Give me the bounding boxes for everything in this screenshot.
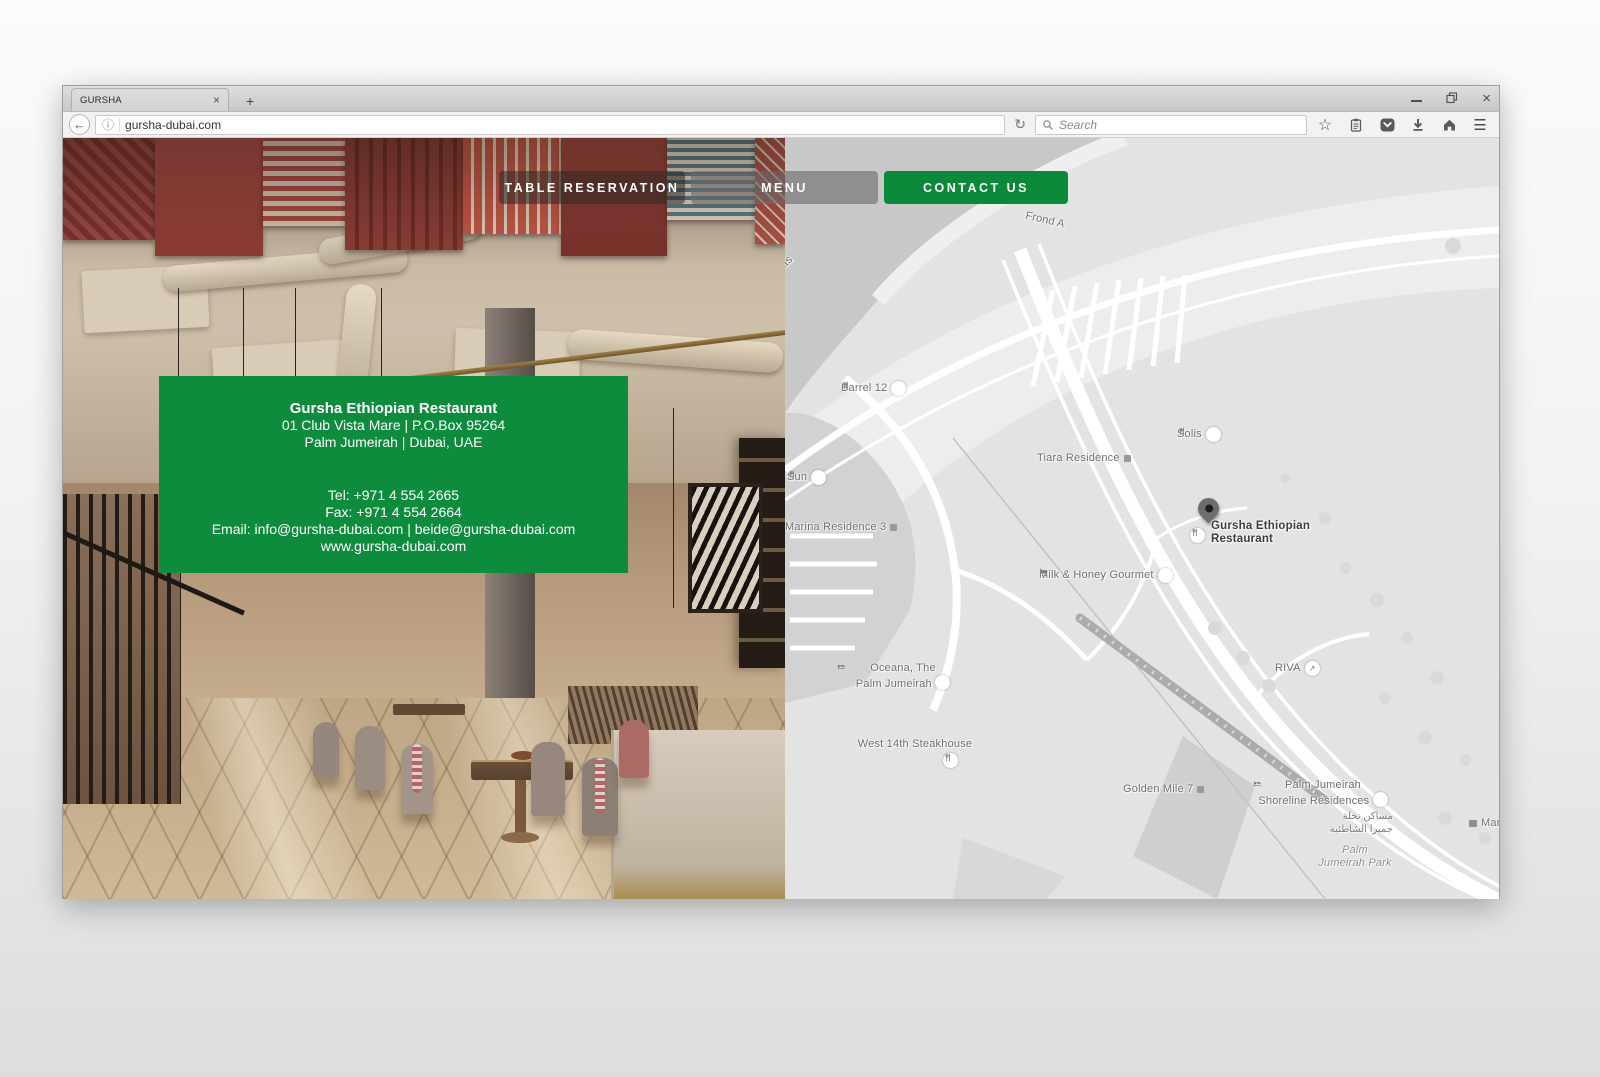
map-label-shoreline-arabic: مساكن نخلةجميرا الشاطئية [1283,810,1393,836]
url-bar[interactable]: ⓘ gursha-dubai.com [95,115,1005,135]
zebra-art [688,483,763,613]
minimize-button[interactable] [1411,95,1422,102]
download-icon[interactable] [1405,114,1431,136]
browser-window: GURSHA × + × ← ⓘ gursha-dubai.com ↻ [62,85,1500,899]
site-nav: TABLE RESERVATION MENU CONTACT US [499,171,1068,204]
contact-card: Gursha Ethiopian Restaurant 01 Club Vist… [159,376,628,573]
menu-button[interactable]: MENU [691,171,878,204]
dining-table-back [393,704,465,715]
restore-icon [1446,92,1458,104]
map-label-riva[interactable]: RIVA↗ [1275,661,1320,676]
map-label-tiara-residence[interactable]: Tiara Residence [1037,452,1131,465]
map-label-west-14th[interactable]: West 14th Steakhouse [835,738,995,751]
navigation-toolbar: ← ⓘ gursha-dubai.com ↻ ☆ [63,112,1499,138]
contact-tel: Tel: +971 4 554 2665 [159,487,628,504]
location-map[interactable]: Frond A as Barrel 12 Solis Tiara Residen… [785,138,1499,899]
map-label-solis[interactable]: Solis [1177,427,1221,442]
window-controls: × [1411,88,1491,108]
reading-list-icon[interactable] [1343,114,1369,136]
tab-title: GURSHA [80,95,213,106]
map-label-golden-mile-7[interactable]: Golden Mile 7 [1123,783,1204,796]
search-icon [1042,119,1054,131]
browser-tab[interactable]: GURSHA × [71,88,229,111]
url-text[interactable]: gursha-dubai.com [125,118,221,132]
map-label-gursha-restaurant[interactable]: Gursha EthiopianRestaurant [1211,520,1310,546]
close-button[interactable]: × [1482,91,1491,106]
contact-website[interactable]: www.gursha-dubai.com [159,538,628,555]
url-divider [119,118,120,132]
tab-close-icon[interactable]: × [213,94,220,106]
pocket-icon[interactable] [1374,114,1400,136]
contact-email[interactable]: Email: info@gursha-dubai.com | beide@gur… [159,521,628,538]
map-label-milk-honey[interactable]: Milk & Honey Gourmet [1039,568,1173,583]
map-label-palm-jumeirah-park[interactable]: PalmJumeirah Park [1305,844,1405,870]
attraction-icon: ↗ [1305,661,1320,676]
desktop-backdrop: GURSHA × + × ← ⓘ gursha-dubai.com ↻ [0,0,1600,1077]
menu-hamburger-icon[interactable]: ☰ [1467,114,1493,136]
tab-strip: GURSHA × + × [63,86,1499,112]
building-square-icon [1124,455,1131,462]
reload-button[interactable]: ↻ [1010,116,1030,133]
restaurant-icon [891,381,906,396]
table-reservation-button[interactable]: TABLE RESERVATION [499,171,685,204]
map-label-mar-partial[interactable]: Mar [1469,817,1499,830]
hotel-icon [935,675,950,690]
new-tab-button[interactable]: + [239,93,261,109]
contact-address-line2: Palm Jumeirah | Dubai, UAE [159,434,628,451]
map-label-sun[interactable]: Sun [787,470,826,485]
contact-fax: Fax: +971 4 554 2664 [159,504,628,521]
back-button[interactable]: ← [69,114,90,135]
map-label-oceana[interactable]: Oceana, ThePalm Jumeirah [837,662,969,691]
site-info-icon[interactable]: ⓘ [102,116,114,133]
cart-icon [1158,568,1173,583]
contact-card-title: Gursha Ethiopian Restaurant [159,400,628,417]
chair-shape [313,722,339,778]
bookmark-star-icon[interactable]: ☆ [1312,114,1338,136]
map-label-shoreline-residences[interactable]: Palm JumeirahShoreline Residences [1253,779,1393,808]
home-icon[interactable] [1436,114,1462,136]
restore-button[interactable] [1446,92,1458,104]
mall-icon [1469,820,1477,827]
search-input[interactable] [1059,118,1300,132]
page-content: Frond A as Barrel 12 Solis Tiara Residen… [63,138,1499,899]
map-label-marina-residence-3[interactable]: Marina Residence 3 [785,521,897,534]
contact-us-button[interactable]: CONTACT US [884,171,1068,204]
restaurant-icon [1190,528,1205,543]
contact-address-line1: 01 Club Vista Mare | P.O.Box 95264 [159,417,628,434]
map-label-barrel-12[interactable]: Barrel 12 [841,381,906,396]
search-box[interactable] [1035,115,1307,135]
